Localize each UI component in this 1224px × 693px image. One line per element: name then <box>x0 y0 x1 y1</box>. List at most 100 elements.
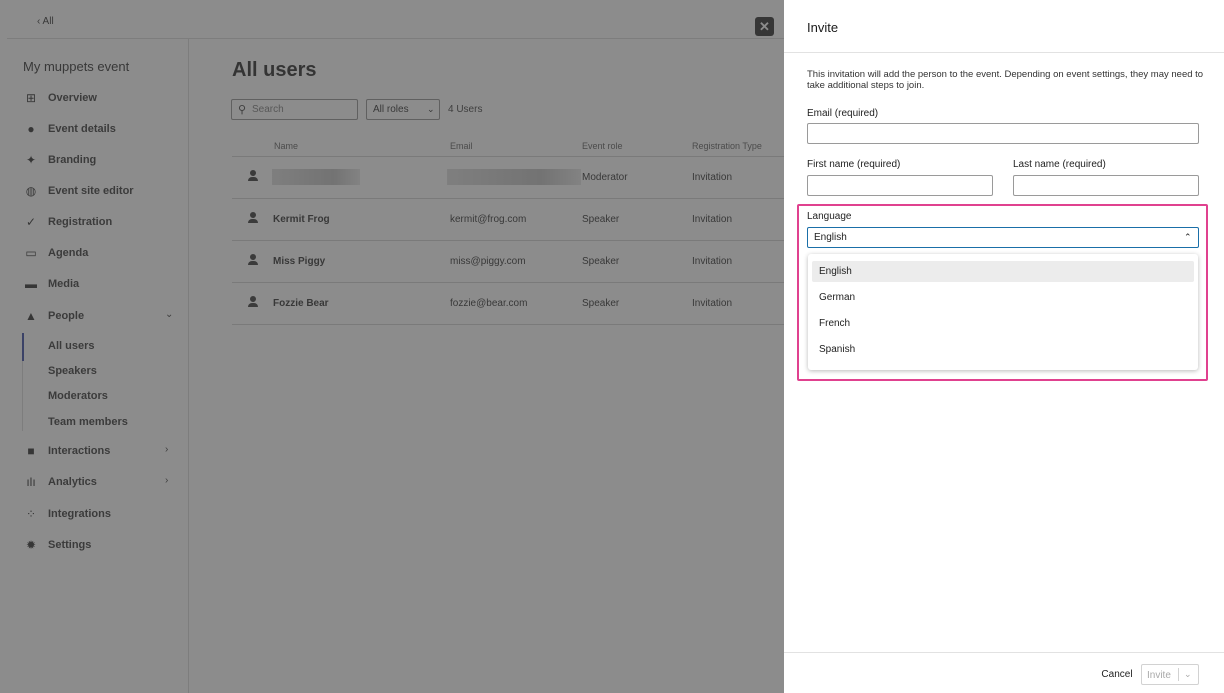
page-title: All users <box>232 59 317 81</box>
language-select[interactable]: English ⌃ <box>807 227 1199 248</box>
first-name-label: First name (required) <box>807 159 901 170</box>
sidebar-item-analytics[interactable]: ılı Analytics › <box>7 471 189 495</box>
sidebar-subitem-all-users[interactable]: All users <box>48 340 94 352</box>
column-header-name[interactable]: Name <box>274 141 298 151</box>
sidebar-item-interactions[interactable]: ■ Interactions › <box>7 440 189 464</box>
cell-role: Speaker <box>582 214 620 225</box>
chevron-down-icon: ⌄ <box>165 309 174 320</box>
panel-title: Invite <box>807 20 839 35</box>
sidebar-item-event-site-editor[interactable]: ◍ Event site editor <box>7 180 189 204</box>
sidebar-item-integrations[interactable]: ⁘ Integrations <box>7 503 189 527</box>
sidebar-item-label: Event site editor <box>48 185 134 197</box>
chevron-down-icon[interactable]: ⌄ <box>1184 669 1192 680</box>
sidebar-item-branding[interactable]: ✦ Branding <box>7 149 189 173</box>
user-count: 4 Users <box>448 104 483 115</box>
invite-panel: Invite This invitation will add the pers… <box>784 0 1224 693</box>
sidebar-item-media[interactable]: ▬ Media <box>7 273 189 297</box>
chevron-right-icon: › <box>165 444 169 455</box>
sidebar-subitem-team-members[interactable]: Team members <box>48 416 128 428</box>
sidebar-subitem-moderators[interactable]: Moderators <box>48 390 108 402</box>
language-option-spanish[interactable]: Spanish <box>812 339 1194 360</box>
gear-icon: ✹ <box>25 538 37 552</box>
redacted-email <box>447 169 581 185</box>
cell-name: Kermit Frog <box>273 214 330 225</box>
users-table: Name Email Event role Registration Type … <box>232 134 784 325</box>
back-to-all-link[interactable]: ‹ All <box>37 16 54 27</box>
last-name-label: Last name (required) <box>1013 159 1106 170</box>
redacted-name <box>272 169 360 185</box>
last-name-field[interactable] <box>1013 175 1199 196</box>
search-input[interactable] <box>252 102 352 117</box>
column-header-email[interactable]: Email <box>450 141 473 151</box>
email-field[interactable] <box>807 123 1199 144</box>
sidebar-subitem-speakers[interactable]: Speakers <box>48 365 97 377</box>
invite-intro-text: This invitation will add the person to t… <box>807 69 1204 91</box>
search-field[interactable]: ⚲ <box>231 99 358 120</box>
option-label: German <box>819 292 856 303</box>
first-name-field[interactable] <box>807 175 993 196</box>
top-bar: ‹ All ✕ <box>7 6 784 39</box>
sidebar-item-settings[interactable]: ✹ Settings <box>7 534 189 558</box>
folder-icon: ▬ <box>25 277 37 291</box>
sidebar-item-label: Integrations <box>48 508 111 520</box>
cell-name: Miss Piggy <box>273 256 326 267</box>
divider <box>784 652 1224 653</box>
sidebar-item-agenda[interactable]: ▭ Agenda <box>7 242 189 266</box>
chevron-right-icon: › <box>165 475 169 486</box>
main-content: All users ⚲ All roles ⌄ 4 Users Name Ema… <box>190 39 784 693</box>
apps-icon: ⁘ <box>25 507 37 521</box>
calendar-icon: ▭ <box>25 246 37 260</box>
cell-registration-type: Invitation <box>692 172 733 183</box>
cell-email: kermit@frog.com <box>450 214 527 225</box>
cell-role: Moderator <box>582 172 628 183</box>
sidebar-item-registration[interactable]: ✓ Registration <box>7 211 189 235</box>
grid-icon: ⊞ <box>25 91 37 105</box>
check-icon: ✓ <box>25 215 37 229</box>
sidebar-item-label: Branding <box>48 154 97 166</box>
table-row[interactable]: Miss Piggy miss@piggy.com Speaker Invita… <box>232 241 784 283</box>
invite-button[interactable]: Invite ⌄ <box>1141 664 1199 685</box>
sidebar: My muppets event ⊞ Overview ● Event deta… <box>7 39 189 693</box>
info-icon: ● <box>27 122 35 136</box>
chevron-up-icon: ⌃ <box>1184 232 1192 242</box>
sidebar-item-label: Registration <box>48 216 113 228</box>
cell-registration-type: Invitation <box>692 214 733 225</box>
globe-icon: ◍ <box>25 184 37 198</box>
sidebar-item-label: People <box>48 310 85 322</box>
person-icon <box>248 254 258 266</box>
people-subnav-line <box>22 333 24 431</box>
column-header-event-role[interactable]: Event role <box>582 141 623 151</box>
table-row[interactable]: Fozzie Bear fozzie@bear.com Speaker Invi… <box>232 283 784 325</box>
roles-filter-select[interactable]: All roles ⌄ <box>366 99 440 120</box>
cell-role: Speaker <box>582 256 620 267</box>
close-icon[interactable]: ✕ <box>755 17 774 36</box>
column-header-registration-type[interactable]: Registration Type <box>692 141 762 151</box>
table-row[interactable]: Moderator Invitation <box>232 157 784 199</box>
sidebar-item-label: Overview <box>48 92 97 104</box>
language-dropdown-menu: English German French Spanish <box>808 254 1198 370</box>
language-option-english[interactable]: English <box>812 261 1194 282</box>
sidebar-item-overview[interactable]: ⊞ Overview <box>7 87 189 111</box>
table-header: Name Email Event role Registration Type <box>232 134 784 157</box>
option-label: English <box>819 266 852 277</box>
language-label: Language <box>807 211 852 222</box>
sidebar-item-people[interactable]: ▲ People ⌄ <box>7 305 189 329</box>
search-icon: ⚲ <box>238 104 247 116</box>
sidebar-item-label: Event details <box>48 123 116 135</box>
divider <box>784 52 1224 53</box>
bar-chart-icon: ılı <box>26 475 36 489</box>
cancel-button[interactable]: Cancel <box>1097 664 1137 685</box>
cell-name: Fozzie Bear <box>273 298 329 309</box>
roles-filter-value: All roles <box>373 104 409 115</box>
sidebar-item-event-details[interactable]: ● Event details <box>7 118 189 142</box>
table-row[interactable]: Kermit Frog kermit@frog.com Speaker Invi… <box>232 199 784 241</box>
sparkle-icon: ✦ <box>25 153 37 167</box>
chevron-down-icon: ⌄ <box>427 104 435 114</box>
language-option-german[interactable]: German <box>812 287 1194 308</box>
invite-button-label: Invite <box>1147 670 1171 681</box>
language-option-french[interactable]: French <box>812 313 1194 334</box>
option-label: French <box>819 318 851 329</box>
sidebar-item-label: Agenda <box>48 247 89 259</box>
event-admin-app: ‹ All ✕ My muppets event ⊞ Overview ● Ev… <box>7 6 784 693</box>
event-title: My muppets event <box>23 59 130 74</box>
